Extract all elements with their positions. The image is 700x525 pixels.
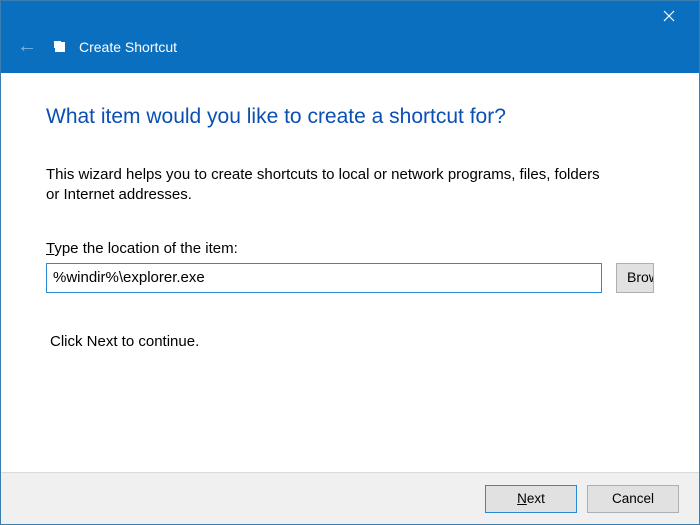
- titlebar: ← Create Shortcut: [1, 1, 699, 73]
- wizard-description: This wizard helps you to create shortcut…: [46, 165, 654, 206]
- browse-button[interactable]: Browse…: [616, 263, 654, 293]
- cancel-button[interactable]: Cancel: [587, 485, 679, 513]
- create-shortcut-window: ← Create Shortcut What item would you li…: [0, 0, 700, 525]
- next-button[interactable]: Next: [485, 485, 577, 513]
- wizard-description-line2: or Internet addresses.: [46, 185, 654, 205]
- window-title: Create Shortcut: [79, 39, 177, 55]
- location-input[interactable]: [46, 263, 602, 293]
- back-arrow-icon: ←: [17, 35, 37, 58]
- continue-hint: Click Next to continue.: [50, 333, 654, 350]
- location-label: Type the location of the item:: [46, 240, 654, 257]
- close-button[interactable]: [649, 3, 689, 29]
- wizard-description-line1: This wizard helps you to create shortcut…: [46, 165, 654, 185]
- close-icon: [663, 10, 675, 22]
- wizard-footer: Next Cancel: [1, 472, 699, 524]
- shortcut-icon: [55, 42, 65, 52]
- wizard-heading: What item would you like to create a sho…: [46, 105, 654, 129]
- wizard-content: What item would you like to create a sho…: [1, 73, 699, 472]
- location-row: Browse…: [46, 263, 654, 293]
